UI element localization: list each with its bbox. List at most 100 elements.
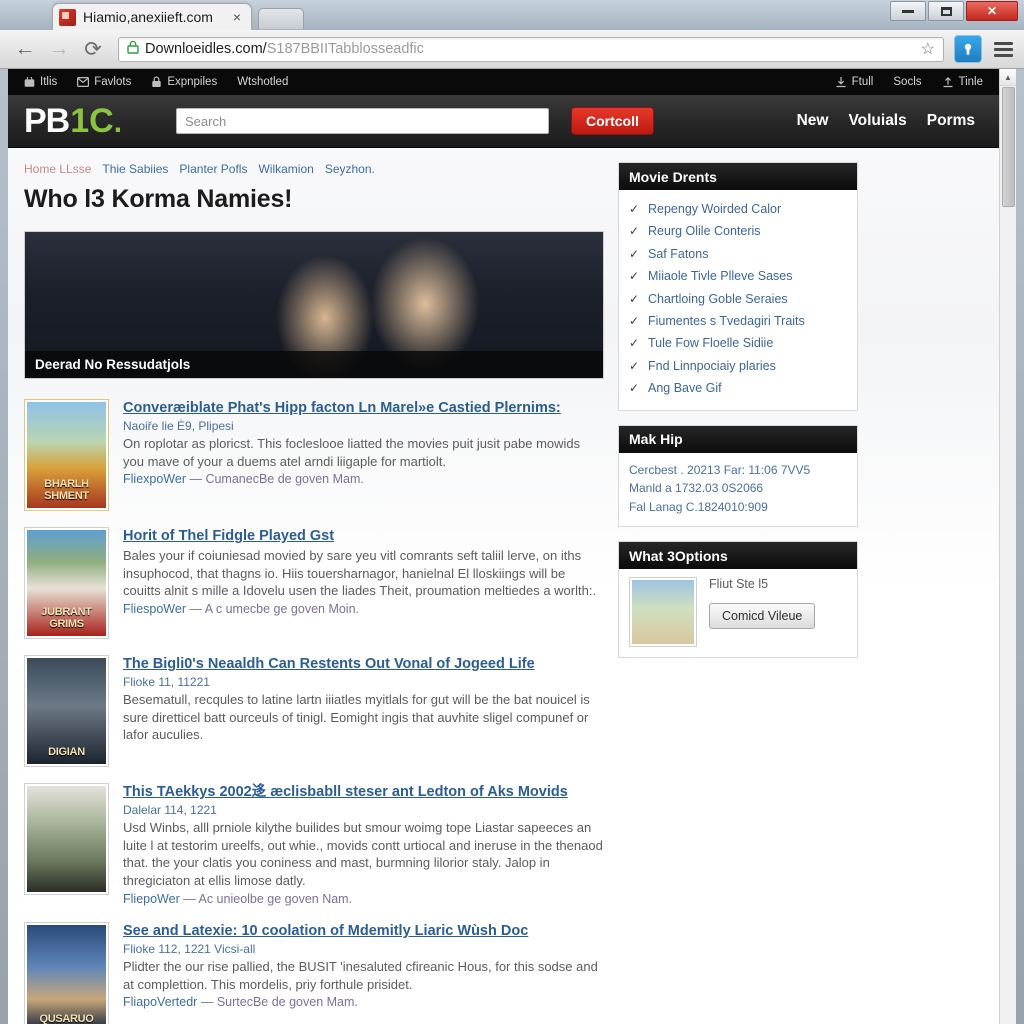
nav-item-new[interactable]: New	[797, 112, 829, 130]
logo-text-1: 1	[70, 101, 89, 140]
extension-icon[interactable]	[954, 35, 982, 63]
utility-item-ftull[interactable]: Ftull	[835, 76, 874, 88]
article-title[interactable]: This TAekkys 2002迻 æclisbabll steser ant…	[123, 783, 604, 801]
utility-links-right: Ftull Socls Tinle	[835, 76, 983, 88]
breadcrumb-item-2[interactable]: Planter Pofls	[179, 162, 247, 176]
list-item[interactable]: ✓ Fiumentes s Tvedagiri Traits	[629, 310, 847, 332]
article-title[interactable]: The Bigli0's Neaaldh Can Restents Out Vo…	[123, 655, 604, 673]
list-item[interactable]: ✓ Reurg Olile Conteris	[629, 220, 847, 242]
favicon-icon	[59, 8, 76, 26]
list-item[interactable]: ✓ Fnd Linnpociaiy plaries	[629, 355, 847, 377]
list-item-label[interactable]: Tule Fow Floelle Sidiie	[648, 336, 773, 350]
browser-window: Hiamio,anexiieft.com × ✕ ← → ⟳ Downloeid…	[0, 0, 1024, 1024]
article-thumbnail[interactable]	[24, 783, 109, 895]
utility-label: Socls	[893, 76, 922, 88]
list-item[interactable]: ✓ Ang Bave Gif	[629, 377, 847, 399]
search-submit-button[interactable]: Cortcoll	[571, 107, 654, 135]
utility-label: Itlis	[40, 76, 58, 88]
poster-art: QUSARUO	[27, 924, 106, 1024]
list-item-label[interactable]: Saf Fatons	[648, 247, 708, 261]
close-tab-icon[interactable]: ×	[229, 9, 245, 25]
check-icon: ✓	[629, 269, 640, 284]
list-item-label[interactable]: Miiaole Tivle Plleve Sases	[648, 269, 793, 283]
article-text: This TAekkys 2002迻 æclisbabll steser ant…	[123, 783, 604, 906]
article-meta: Dalelar 114, 1221	[123, 803, 217, 818]
article-source-text: — A c umecbe ge goven Moin.	[189, 602, 360, 617]
forward-button[interactable]: →	[44, 34, 74, 64]
logo-text-c: C	[89, 101, 114, 140]
article-source-prefix: FliepoWer	[123, 891, 180, 906]
tab-title: Hiamio,anexiieft.com	[83, 9, 213, 25]
bag-icon	[24, 76, 35, 87]
minimize-button[interactable]	[890, 1, 926, 21]
url-text: Downloeidles.com/S187BBIITabblosseadfic	[145, 41, 424, 57]
article-title[interactable]: Horit of Thel Fidgle Played Gst	[123, 527, 604, 545]
utility-item-tinle[interactable]: Tinle	[942, 76, 983, 88]
list-item[interactable]: ✓ Repengy Woirded Calor	[629, 198, 847, 220]
list-item-label[interactable]: Repengy Woirded Calor	[648, 202, 781, 216]
option-art	[632, 580, 694, 645]
utility-item-socls[interactable]: Socls	[893, 76, 921, 88]
utility-item-expnpiles[interactable]: Expnpiles	[151, 76, 217, 88]
site-utility-bar: Itlis Favlots Expnpiles Wtshotled Ftull …	[8, 69, 999, 95]
article-meta: Flioke 112, 1221 Vicsi-all	[123, 941, 256, 956]
maximize-button[interactable]	[928, 1, 964, 21]
poster-title-overlay: JUBRANT GRIMS	[41, 606, 92, 630]
list-item[interactable]: ✓ Miiaole Tivle Plleve Sases	[629, 265, 847, 287]
bookmark-star-icon[interactable]: ☆	[921, 39, 935, 59]
article-source-text: — CumanecBe de goven Mam.	[189, 472, 364, 487]
widget-title: What 3Options	[619, 542, 857, 570]
article-title[interactable]: See and Latexie: 10 coolation of Mdemitl…	[123, 922, 604, 940]
list-item[interactable]: ✓ Chartloing Goble Seraies	[629, 288, 847, 310]
browser-tab[interactable]: Hiamio,anexiieft.com ×	[52, 3, 252, 30]
close-window-button[interactable]: ✕	[966, 1, 1018, 21]
search-input[interactable]	[176, 108, 549, 134]
list-item[interactable]: ✓ Tule Fow Floelle Sidiie	[629, 332, 847, 354]
nav-item-voluials[interactable]: Voluials	[848, 112, 906, 130]
reload-button[interactable]: ⟳	[78, 34, 108, 64]
list-item-label[interactable]: Reurg Olile Conteris	[648, 224, 761, 238]
article-thumbnail[interactable]: BHARLH SHMENT	[24, 399, 109, 511]
scroll-up-arrow[interactable]: ▲	[1000, 69, 1016, 86]
poster-title-overlay: QUSARUO	[39, 1012, 94, 1024]
option-thumbnail[interactable]	[629, 577, 697, 648]
utility-label: Ftull	[851, 76, 874, 88]
sidebar: Movie Drents ✓ Repengy Woirded Calor ✓ Reu…	[618, 162, 858, 1024]
article-body: Plidter the our rise pallied, the BUSIT …	[123, 958, 598, 992]
hero-caption: Deerad No Ressudatjols	[25, 351, 603, 378]
scrollbar-thumb[interactable]	[1002, 87, 1015, 207]
breadcrumb-item-3[interactable]: Wilkamion	[258, 162, 313, 176]
utility-item-itlis[interactable]: Itlis	[24, 76, 57, 88]
list-item-label[interactable]: Chartloing Goble Seraies	[648, 292, 788, 306]
article-source: FliespoWer — A c umecbe ge goven Moin.	[123, 602, 604, 616]
list-item-label[interactable]: Fiumentes s Tvedagiri Traits	[648, 314, 805, 328]
nav-item-porms[interactable]: Porms	[927, 112, 975, 130]
browser-menu-button[interactable]	[986, 41, 1014, 57]
check-icon: ✓	[629, 202, 640, 216]
search-area: Cortcoll	[176, 107, 654, 135]
article-thumbnail[interactable]: DIGIAN	[24, 655, 109, 767]
article-item: QUSARUO See and Latexie: 10 coolation of…	[24, 916, 604, 1024]
list-item-label[interactable]: Ang Bave Gif	[648, 381, 722, 395]
breadcrumb-item-4[interactable]: Seyzhon.	[325, 162, 375, 176]
article-thumbnail[interactable]: JUBRANT GRIMS	[24, 527, 109, 639]
article-title[interactable]: Converæiblate Phat's Hipp facton Ln Mare…	[123, 399, 604, 417]
option-action-button[interactable]: Comicd Vileue	[709, 603, 816, 630]
breadcrumb-item-0[interactable]: Home LLsse	[24, 162, 91, 176]
widget-title: Mak Hip	[619, 425, 857, 453]
hero-image[interactable]: Deerad No Ressudatjols	[24, 231, 604, 379]
stat-line: Fal Lanag C.1824010:909	[629, 499, 768, 514]
address-bar[interactable]: Downloeidles.com/S187BBIITabblosseadfic …	[118, 36, 944, 62]
page-scrollbar[interactable]: ▲	[999, 69, 1016, 1024]
utility-item-favlots[interactable]: Favlots	[77, 76, 131, 88]
list-item-label[interactable]: Fnd Linnpociaiy plaries	[648, 359, 776, 373]
back-button[interactable]: ←	[10, 34, 40, 64]
new-tab-button[interactable]	[258, 8, 304, 29]
article-source: FliexpoWer — CumanecBe de goven Mam.	[123, 472, 604, 486]
article-source-prefix: FliexpoWer	[123, 472, 186, 487]
article-thumbnail[interactable]: QUSARUO	[24, 921, 109, 1024]
breadcrumb-item-1[interactable]: Thie Sabiies	[102, 162, 168, 176]
site-logo[interactable]: PB 1 C.	[24, 102, 154, 141]
list-item[interactable]: ✓ Saf Fatons	[629, 243, 847, 265]
utility-item-wtshotled[interactable]: Wtshotled	[237, 76, 288, 88]
